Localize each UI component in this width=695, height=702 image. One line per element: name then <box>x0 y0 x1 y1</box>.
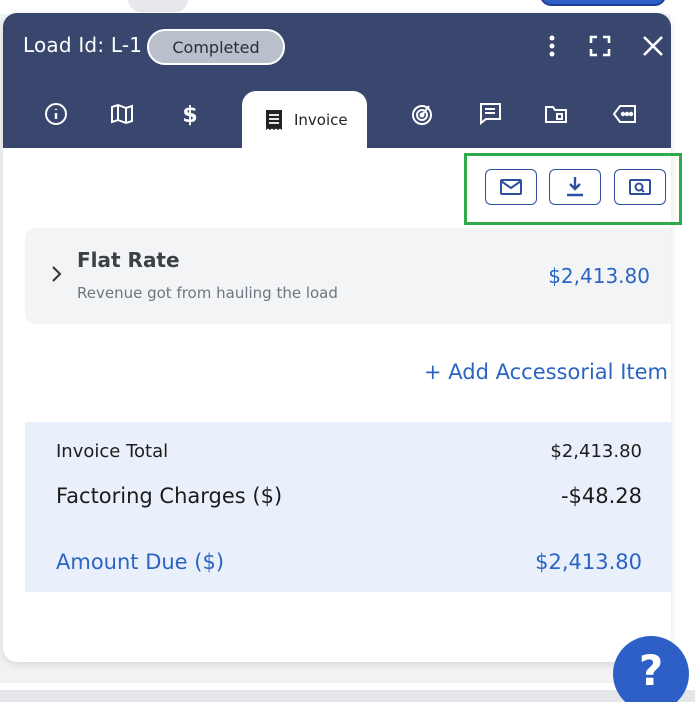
invoice-total-label: Invoice Total <box>56 441 169 462</box>
receipt-icon <box>266 109 282 130</box>
factoring-charges-value: -$48.28 <box>560 484 642 508</box>
background-bottom-line <box>0 683 695 690</box>
background-button <box>540 0 666 6</box>
svg-text:$: $ <box>182 103 197 127</box>
tab-invoice[interactable]: Invoice <box>242 91 367 148</box>
amount-due-row: Amount Due ($) $2,413.80 <box>56 550 642 574</box>
info-icon <box>45 103 67 125</box>
tab-tags[interactable] <box>609 91 641 137</box>
flat-rate-amount: $2,413.80 <box>548 264 650 288</box>
tab-documents[interactable] <box>541 91 571 137</box>
dollar-icon: $ <box>182 103 197 127</box>
invoice-total-row: Invoice Total $2,413.80 <box>56 441 642 462</box>
background-right-edge <box>671 0 695 683</box>
chevron-right-icon[interactable] <box>44 262 68 286</box>
background-tab <box>128 0 188 12</box>
map-icon <box>111 103 133 125</box>
tag-icon <box>612 105 636 123</box>
amount-due-value: $2,413.80 <box>535 550 642 574</box>
preview-invoice-button[interactable] <box>614 169 666 205</box>
panel-header: Load Id: L-1 Completed $ Invoice <box>3 13 671 148</box>
tab-rates[interactable]: $ <box>175 91 205 137</box>
add-accessorial-item-link[interactable]: + Add Accessorial Item <box>424 360 670 384</box>
invoice-total-value: $2,413.80 <box>550 441 642 462</box>
flat-rate-subtitle: Revenue got from hauling the load <box>77 284 338 302</box>
preview-icon <box>629 179 651 195</box>
tab-map[interactable] <box>107 91 137 137</box>
email-invoice-button[interactable] <box>485 169 537 205</box>
tab-notes[interactable] <box>475 91 505 137</box>
mail-icon <box>500 179 522 195</box>
tab-tracking[interactable] <box>407 91 437 137</box>
factoring-charges-label: Factoring Charges ($) <box>56 484 283 508</box>
status-badge: Completed <box>147 29 285 65</box>
factoring-charges-row: Factoring Charges ($) -$48.28 <box>56 484 642 508</box>
download-invoice-button[interactable] <box>549 169 601 205</box>
tab-invoice-label: Invoice <box>294 110 348 129</box>
amount-due-label: Amount Due ($) <box>56 550 225 574</box>
download-icon <box>567 177 583 197</box>
load-title: Load Id: L-1 <box>23 33 143 57</box>
chat-list-icon <box>480 103 501 126</box>
radar-icon <box>412 105 432 125</box>
close-icon[interactable] <box>640 33 666 59</box>
more-vertical-icon[interactable] <box>539 33 565 59</box>
fullscreen-icon[interactable] <box>587 33 613 59</box>
tab-info[interactable] <box>41 91 71 137</box>
help-button[interactable]: ? <box>613 636 689 702</box>
folder-icon <box>545 106 567 123</box>
flat-rate-title: Flat Rate <box>77 248 180 272</box>
